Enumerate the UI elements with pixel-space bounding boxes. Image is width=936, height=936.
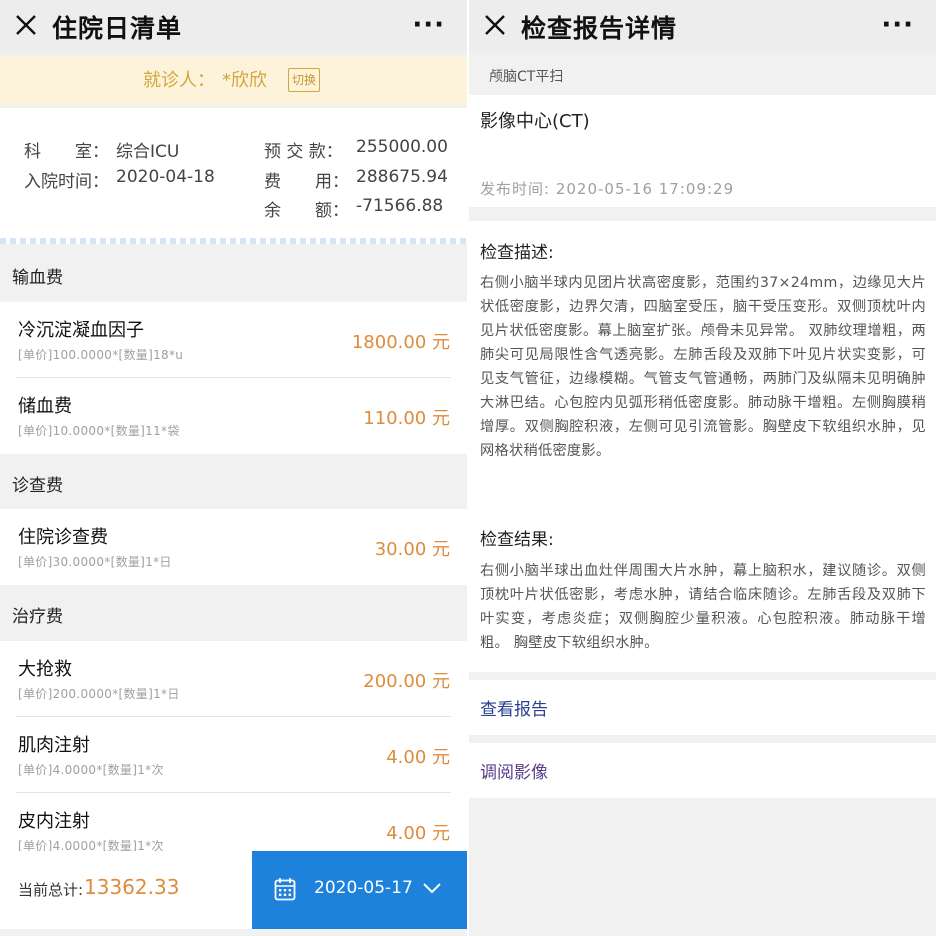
total-value: 13362.33 — [84, 875, 180, 899]
item-name: 肌肉注射 — [18, 735, 90, 756]
description-title: 检查描述: — [480, 243, 554, 263]
item-price: 1800.00 元 — [351, 332, 450, 353]
switch-patient-button[interactable]: 切换 — [288, 68, 321, 92]
deposit-value: 255000.00 — [356, 137, 448, 157]
exam-report-panel: 检查报告详情 ··· 颅脑CT平扫 影像中心(CT) 发布时间: 2020-05… — [469, 0, 936, 936]
list-item: 冷沉淀凝血因子 [单价]100.0000*[数量]18*u 1800.00 元 — [0, 302, 467, 378]
close-icon[interactable] — [483, 13, 507, 37]
page-title: 住院日清单 — [52, 14, 183, 43]
item-detail: [单价]30.0000*[数量]1*日 — [18, 555, 172, 569]
patient-bar: 就诊人： *欣欣 切换 — [0, 57, 467, 105]
item-price: 110.00 元 — [363, 408, 450, 429]
item-price: 200.00 元 — [363, 671, 450, 692]
result-title: 检查结果: — [480, 530, 554, 550]
dashed-divider — [0, 238, 467, 244]
admit-label: 入院时间： — [24, 172, 109, 192]
balance-label: 余 额： — [264, 201, 349, 221]
more-icon[interactable]: ··· — [881, 10, 914, 40]
section-header-blood: 输血费 — [0, 246, 467, 302]
section-title: 诊查费 — [12, 476, 63, 496]
item-detail: [单价]100.0000*[数量]18*u — [18, 348, 184, 362]
item-price: 4.00 元 — [386, 823, 450, 844]
deposit-label: 预 交 款： — [264, 142, 343, 162]
footer-bar: 当前总计: 13362.33 2020-05-17 — [0, 851, 467, 929]
imaging-center: 影像中心(CT) — [480, 111, 590, 132]
list-item: 住院诊查费 [单价]30.0000*[数量]1*日 30.00 元 — [0, 509, 467, 585]
cost-label: 费 用： — [264, 172, 349, 192]
cost-value: 288675.94 — [356, 167, 448, 187]
view-images-label: 调阅影像 — [480, 763, 548, 783]
item-name: 储血费 — [18, 396, 72, 417]
calendar-icon — [274, 878, 296, 901]
admission-info-card: 科 室： 综合ICU 入院时间： 2020-04-18 预 交 款： 25500… — [0, 108, 467, 242]
report-content-card: 检查描述: 右侧小脑半球内见团片状高密度影，范围约37×24mm，边缘见大片状低… — [469, 221, 936, 672]
total-label: 当前总计: — [18, 881, 84, 899]
item-detail: [单价]10.0000*[数量]11*袋 — [18, 424, 180, 438]
section-title: 治疗费 — [12, 607, 63, 627]
section-title: 输血费 — [12, 268, 63, 288]
list-item: 肌肉注射 [单价]4.0000*[数量]1*次 4.00 元 — [0, 717, 467, 793]
view-report-label: 查看报告 — [480, 700, 548, 720]
item-name: 大抢救 — [18, 659, 72, 680]
admit-value: 2020-04-18 — [116, 167, 215, 187]
patient-name: *欣欣 — [222, 70, 267, 91]
close-icon[interactable] — [14, 13, 38, 37]
daily-bill-panel: 住院日清单 ··· 就诊人： *欣欣 切换 科 室： 综合ICU 入院时间： 2… — [0, 0, 467, 936]
item-name: 冷沉淀凝血因子 — [18, 320, 144, 341]
selected-date: 2020-05-17 — [314, 878, 413, 898]
view-report-link[interactable]: 查看报告 — [469, 680, 936, 735]
item-detail: [单价]4.0000*[数量]1*次 — [18, 763, 164, 777]
page-title: 检查报告详情 — [521, 14, 678, 43]
more-icon[interactable]: ··· — [412, 10, 445, 40]
result-text: 右侧小脑半球出血灶伴周围大片水肿，幕上脑积水，建议随诊。双侧顶枕叶片状低密影，考… — [480, 563, 926, 651]
balance-value: -71566.88 — [356, 196, 444, 216]
dept-label: 科 室： — [24, 142, 109, 162]
item-price: 30.00 元 — [374, 539, 450, 560]
dept-value: 综合ICU — [116, 142, 180, 162]
navbar: 住院日清单 ··· — [0, 0, 467, 52]
item-name: 皮内注射 — [18, 811, 90, 832]
list-item: 大抢救 [单价]200.0000*[数量]1*日 200.00 元 — [0, 641, 467, 717]
report-header-card: 影像中心(CT) 发布时间: 2020-05-16 17:09:29 — [469, 95, 936, 207]
view-images-link[interactable]: 调阅影像 — [469, 743, 936, 798]
section-header-treatment: 治疗费 — [0, 585, 467, 641]
date-picker-button[interactable]: 2020-05-17 — [252, 851, 467, 929]
description-text: 右侧小脑半球内见团片状高密度影，范围约37×24mm，边缘见大片状低密度影，边界… — [480, 275, 926, 459]
patient-label: 就诊人： — [143, 70, 215, 91]
exam-type: 颅脑CT平扫 — [489, 69, 564, 85]
list-item: 储血费 [单价]10.0000*[数量]11*袋 110.00 元 — [0, 378, 467, 454]
item-name: 住院诊查费 — [18, 527, 108, 548]
exam-type-bar: 颅脑CT平扫 — [469, 57, 936, 93]
item-detail: [单价]200.0000*[数量]1*日 — [18, 687, 180, 701]
publish-time: 发布时间: 2020-05-16 17:09:29 — [480, 180, 735, 198]
chevron-down-icon — [423, 883, 441, 894]
navbar: 检查报告详情 ··· — [469, 0, 936, 52]
section-header-consult: 诊查费 — [0, 454, 467, 510]
item-price: 4.00 元 — [386, 747, 450, 768]
